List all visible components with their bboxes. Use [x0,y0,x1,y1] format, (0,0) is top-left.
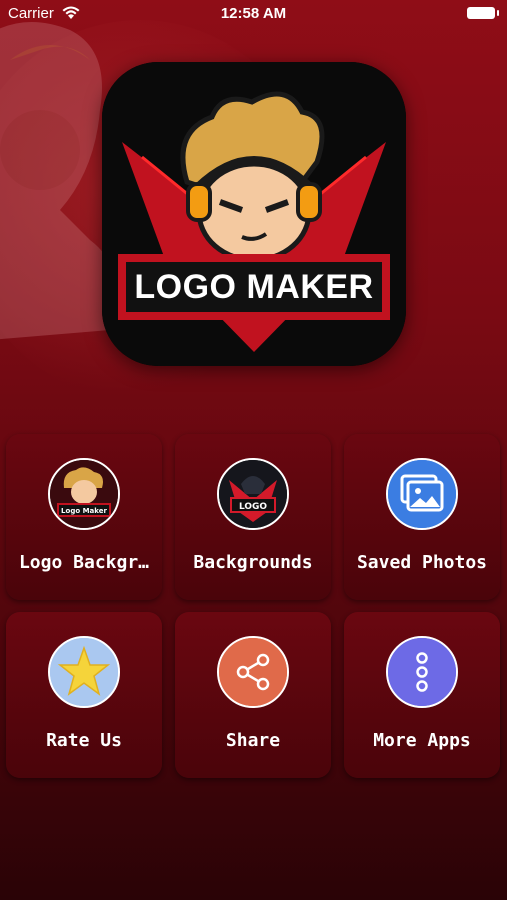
logo-backgrounds-label: Logo Backgr… [18,552,150,573]
rate-us-label: Rate Us [46,730,122,751]
photos-icon [386,458,458,530]
more-dots-icon [386,636,458,708]
app-logo: LOGO MAKER [102,62,406,366]
gaming-logo-thumbnail-icon: LOGO [217,458,289,530]
logo-maker-thumbnail-icon: Logo Maker [48,458,120,530]
star-icon [48,636,120,708]
status-bar: Carrier 12:58 AM [0,0,507,28]
saved-photos-label: Saved Photos [356,552,488,573]
gamer-mascot-icon [102,62,406,366]
svg-text:Logo Maker: Logo Maker [61,507,107,515]
saved-photos-button[interactable]: Saved Photos [344,434,500,600]
share-label: Share [225,730,281,751]
share-icon [217,636,289,708]
svg-text:LOGO: LOGO [239,502,267,512]
clock: 12:58 AM [220,5,287,22]
logo-maker-title: LOGO MAKER [134,268,374,306]
battery-icon [467,7,499,19]
logo-backgrounds-button[interactable]: Logo Maker Logo Backgr… [6,434,162,600]
more-apps-label: More Apps [373,730,471,751]
more-apps-button[interactable]: More Apps [344,612,500,778]
share-button[interactable]: Share [175,612,331,778]
rate-us-button[interactable]: Rate Us [6,612,162,778]
backgrounds-label: Backgrounds [193,552,313,573]
backgrounds-button[interactable]: LOGO Backgrounds [175,434,331,600]
